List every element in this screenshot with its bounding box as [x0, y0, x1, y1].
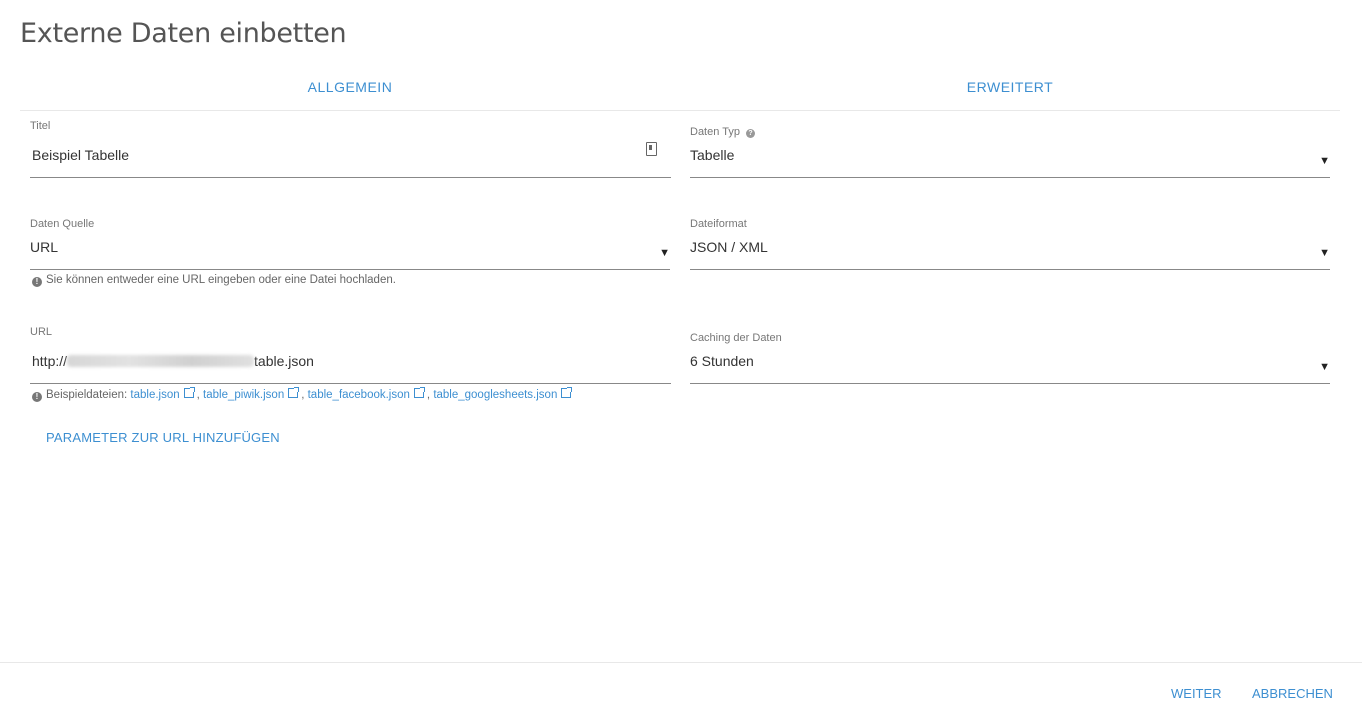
dateiformat-select[interactable]: Dateiformat JSON / XML ▼	[690, 218, 1330, 270]
tab-allgemein[interactable]: ALLGEMEIN	[20, 70, 680, 106]
caching-label: Caching der Daten	[690, 332, 782, 344]
caching-value: 6 Stunden	[690, 353, 754, 369]
example-link-piwik[interactable]: table_piwik.json	[203, 389, 284, 401]
info-icon: !	[32, 392, 42, 402]
daten-quelle-select[interactable]: Daten Quelle URL ▼	[30, 218, 670, 270]
add-url-parameter-button[interactable]: PARAMETER ZUR URL HINZUFÜGEN	[46, 430, 280, 445]
caching-select[interactable]: Caching der Daten 6 Stunden ▼	[690, 332, 1330, 384]
dialog-title: Externe Daten einbetten	[20, 18, 347, 49]
cancel-button[interactable]: ABBRECHEN	[1252, 686, 1333, 701]
daten-typ-label: Daten Typ	[690, 126, 740, 138]
contact-card-icon[interactable]	[646, 142, 657, 156]
url-field[interactable]: URL http://table.json	[30, 326, 671, 384]
url-input[interactable]: http://table.json	[32, 353, 314, 369]
titel-input[interactable]: Beispiel Tabelle	[32, 147, 129, 163]
chevron-down-icon[interactable]: ▼	[659, 247, 670, 259]
titel-label: Titel	[30, 120, 51, 132]
titel-field[interactable]: Titel Beispiel Tabelle	[30, 120, 671, 178]
dateiformat-value: JSON / XML	[690, 239, 768, 255]
example-files-hint: ! Beispieldateien: table.json, table_piwi…	[32, 387, 574, 402]
daten-quelle-label: Daten Quelle	[30, 218, 95, 230]
chevron-down-icon[interactable]: ▼	[1319, 155, 1330, 167]
tab-erweitert[interactable]: ERWEITERT	[680, 70, 1340, 106]
next-button[interactable]: WEITER	[1171, 686, 1222, 701]
external-link-icon[interactable]	[413, 387, 425, 398]
chevron-down-icon[interactable]: ▼	[1319, 361, 1330, 373]
dateiformat-label: Dateiformat	[690, 218, 747, 230]
example-link-facebook[interactable]: table_facebook.json	[308, 389, 410, 401]
redacted-host	[67, 355, 255, 367]
tab-bar: ALLGEMEIN ERWEITERT	[20, 70, 1340, 111]
example-link-googlesheets[interactable]: table_googlesheets.json	[433, 389, 557, 401]
footer-divider	[0, 662, 1362, 663]
chevron-down-icon[interactable]: ▼	[1319, 247, 1330, 259]
help-icon[interactable]: ?	[745, 129, 755, 138]
daten-quelle-hint: ! Sie können entweder eine URL eingeben o…	[32, 274, 396, 287]
url-label: URL	[30, 326, 53, 338]
external-link-icon[interactable]	[288, 387, 300, 398]
example-link-table[interactable]: table.json	[130, 389, 179, 401]
daten-typ-select[interactable]: Daten Typ? Tabelle ▼	[690, 126, 1330, 178]
external-link-icon[interactable]	[183, 387, 195, 398]
daten-quelle-value: URL	[30, 239, 59, 255]
external-link-icon[interactable]	[561, 387, 573, 398]
info-icon: !	[32, 277, 42, 287]
daten-typ-value: Tabelle	[690, 147, 735, 163]
